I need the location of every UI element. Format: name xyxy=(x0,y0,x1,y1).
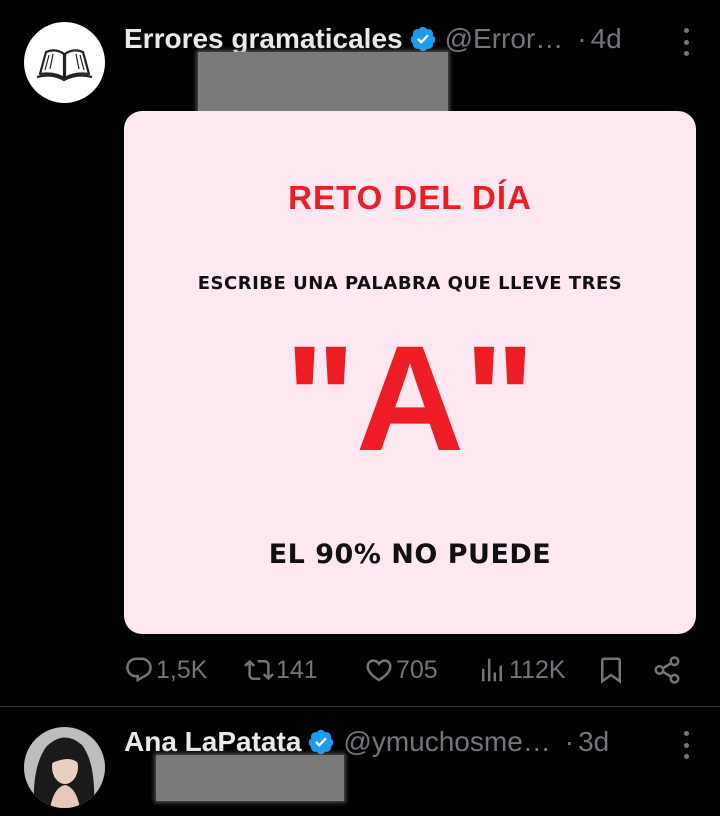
reply-icon xyxy=(126,657,152,683)
avatar[interactable] xyxy=(24,727,105,808)
display-name[interactable]: Errores gramaticales xyxy=(124,23,403,55)
verified-icon xyxy=(410,26,435,52)
like-count: 705 xyxy=(396,655,438,684)
reply-button[interactable]: 1,5K xyxy=(124,650,207,690)
view-count: 112K xyxy=(509,655,566,684)
share-button[interactable] xyxy=(652,650,682,690)
separator: · xyxy=(577,23,587,54)
tweet-media-image[interactable]: RETO DEL DÍA ESCRIBE UNA PALABRA QUE LLE… xyxy=(124,111,696,634)
display-name[interactable]: Ana LaPatata xyxy=(124,726,301,758)
media-title: RETO DEL DÍA xyxy=(288,179,532,216)
bookmark-icon xyxy=(601,657,621,684)
book-icon xyxy=(36,49,93,82)
like-icon xyxy=(366,659,392,682)
reply-count: 1,5K xyxy=(156,655,208,684)
media-subtitle: ESCRIBE UNA PALABRA QUE LLEVE TRES xyxy=(197,273,623,294)
repost-button[interactable]: 141 xyxy=(244,650,318,690)
avatar[interactable] xyxy=(24,22,105,103)
redacted-text xyxy=(198,52,448,116)
handle[interactable]: @ymuchosme… xyxy=(343,726,550,758)
views-icon xyxy=(482,658,502,682)
media-bottom-text: EL 90% NO PUEDE xyxy=(268,539,552,570)
bookmark-button[interactable] xyxy=(596,650,626,690)
profile-photo-icon xyxy=(24,727,105,808)
more-icon[interactable] xyxy=(682,731,690,759)
share-icon xyxy=(654,656,680,684)
action-bar: 1,5K 141 705 112K xyxy=(0,650,720,690)
media-big-letter: "A" xyxy=(284,314,536,482)
tweet[interactable]: Errores gramaticales @Error… · 4d RETO D… xyxy=(0,0,720,707)
verified-icon xyxy=(309,729,334,755)
tweet[interactable]: Ana LaPatata @ymuchosme… · 3d xyxy=(0,707,720,816)
separator: · xyxy=(564,726,575,757)
like-button[interactable]: 705 xyxy=(364,650,438,690)
timestamp[interactable]: 4d xyxy=(591,23,622,55)
repost-count: 141 xyxy=(276,655,318,684)
redacted-text xyxy=(156,755,344,801)
timestamp[interactable]: 3d xyxy=(578,726,609,758)
handle[interactable]: @Error… xyxy=(445,23,564,55)
repost-icon xyxy=(244,659,274,681)
more-icon[interactable] xyxy=(682,28,690,56)
views-button[interactable]: 112K xyxy=(477,650,566,690)
